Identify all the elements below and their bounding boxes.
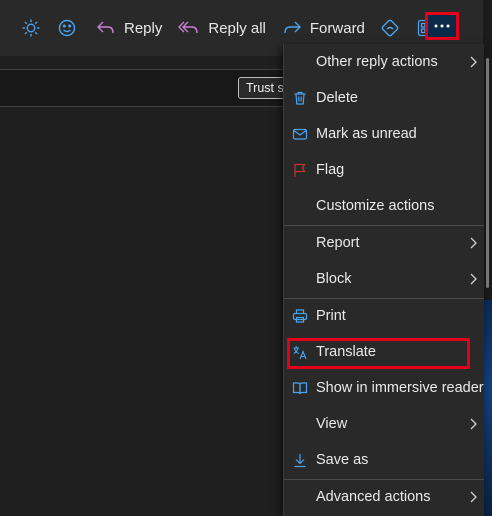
menu-item-label: Show in immersive reader	[316, 380, 484, 396]
menu-item-label: Block	[316, 271, 352, 287]
immersive-reader-icon	[292, 382, 308, 395]
translate-icon	[293, 346, 307, 360]
menu-item-label: Translate	[316, 344, 376, 360]
menu-item-label: Advanced actions	[316, 489, 431, 505]
menu-item-label: Mark as unread	[316, 126, 417, 142]
menu-item-block[interactable]: Block	[284, 261, 484, 297]
menu-item-immersive-reader[interactable]: Show in immersive reader	[284, 370, 484, 406]
menu-item-save-as[interactable]: Save as	[284, 442, 484, 478]
chevron-right-icon	[470, 56, 477, 68]
chevron-right-icon	[470, 491, 477, 503]
chevron-right-icon	[470, 273, 477, 285]
menu-item-mark-as-unread[interactable]: Mark as unread	[284, 116, 484, 152]
download-icon	[294, 454, 306, 468]
reply-icon	[97, 21, 114, 34]
reply-all-button[interactable]: Reply all	[178, 19, 266, 37]
menu-item-label: Delete	[316, 90, 358, 106]
reply-all-label: Reply all	[208, 19, 266, 37]
forward-label: Forward	[309, 19, 365, 37]
menu-item-other-reply-actions[interactable]: Other reply actions	[284, 44, 484, 80]
more-actions-button[interactable]	[425, 12, 459, 40]
forward-icon	[284, 21, 301, 34]
menu-item-report[interactable]: Report	[284, 225, 484, 261]
menu-item-label: Flag	[316, 162, 345, 178]
printer-icon	[292, 309, 308, 323]
desktop-background	[483, 300, 492, 516]
chevron-right-icon	[470, 418, 477, 430]
menu-item-customize-actions[interactable]: Customize actions	[284, 188, 484, 224]
menu-item-delete[interactable]: Delete	[284, 80, 484, 116]
menu-item-print[interactable]: Print	[284, 298, 484, 334]
reply-label: Reply	[124, 19, 163, 37]
scrollbar-thumb[interactable]	[486, 58, 489, 288]
trash-icon	[294, 91, 306, 105]
envelope-icon	[292, 128, 308, 140]
chevron-right-icon	[470, 237, 477, 249]
menu-item-view[interactable]: View	[284, 406, 484, 442]
menu-item-label: Report	[316, 235, 360, 251]
menu-item-advanced-actions[interactable]: Advanced actions	[284, 479, 484, 515]
menu-item-label: Print	[316, 308, 346, 324]
menu-item-label: View	[316, 416, 348, 432]
forward-button[interactable]: Forward	[282, 19, 365, 37]
more-actions-menu: Other reply actions Delete Mark as unrea…	[283, 44, 484, 516]
more-icon	[434, 24, 450, 28]
reply-button[interactable]: Reply	[96, 19, 162, 37]
flag-icon	[294, 163, 306, 177]
menu-item-label: Save as	[316, 452, 369, 468]
menu-item-translate[interactable]: Translate	[284, 334, 484, 370]
emoji-icon[interactable]	[54, 15, 80, 41]
menu-item-label: Customize actions	[316, 198, 435, 214]
sticker-icon[interactable]	[377, 15, 403, 41]
menu-item-label: Other reply actions	[316, 54, 438, 70]
menu-item-flag[interactable]: Flag	[284, 152, 484, 188]
reply-all-icon	[178, 21, 199, 34]
scrollbar[interactable]	[483, 0, 492, 516]
sun-icon[interactable]	[18, 15, 44, 41]
